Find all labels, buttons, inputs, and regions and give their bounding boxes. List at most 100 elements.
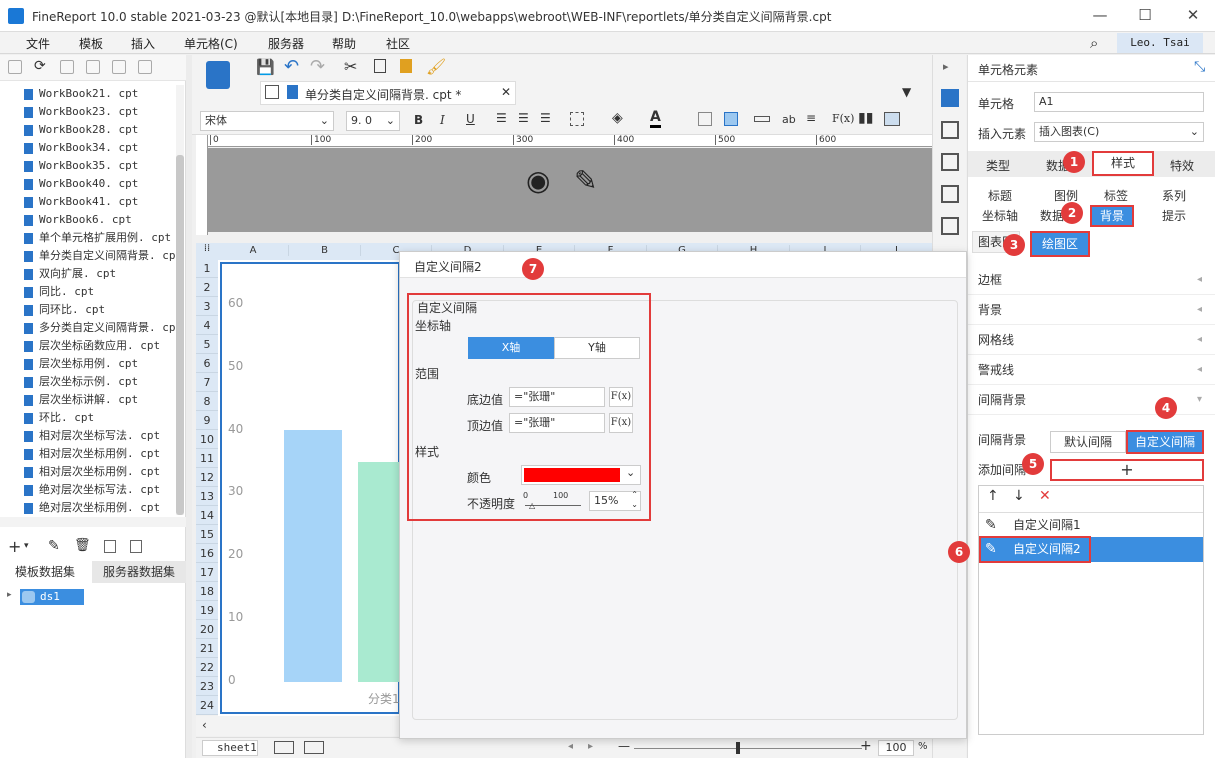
default-interval-button[interactable]: 默认间隔	[1050, 431, 1126, 453]
zoom-input[interactable]: 100	[878, 740, 914, 756]
add-sheet-icon[interactable]	[274, 741, 294, 754]
file-item[interactable]: 层次坐标示例. cpt	[0, 373, 176, 391]
close-icon[interactable]: ✕	[1178, 4, 1208, 26]
add-interval-button[interactable]: +	[1050, 459, 1204, 481]
align-right-icon[interactable]: ☰	[540, 111, 551, 125]
subtab-item[interactable]: 标题	[988, 187, 1012, 204]
pin-icon[interactable]: ⤡	[1194, 59, 1205, 75]
maximize-icon[interactable]: ☐	[1130, 4, 1160, 26]
custom-interval-button[interactable]: 自定义间隔	[1126, 430, 1204, 454]
cell-attr-icon[interactable]	[941, 121, 959, 139]
delete-icon[interactable]	[112, 60, 126, 74]
next-icon[interactable]: ▸	[588, 741, 593, 752]
row-header-cell[interactable]: 23	[196, 677, 218, 696]
subtab-item[interactable]: 系列	[1162, 187, 1186, 204]
arrow-up-icon[interactable]: ↑	[987, 488, 999, 504]
formula-icon[interactable]: F(x)	[832, 112, 854, 125]
formula-button[interactable]: F(x)	[609, 387, 633, 407]
trash-icon[interactable]: 🗑	[74, 538, 91, 553]
zoom-out-icon[interactable]: —	[618, 739, 630, 753]
sheet-tab[interactable]: sheet1	[202, 740, 258, 756]
tab-type[interactable]: 类型	[986, 157, 1010, 174]
color-picker[interactable]: ⌄	[521, 465, 641, 485]
minimize-icon[interactable]: —	[1085, 4, 1115, 26]
float-element-icon[interactable]	[941, 153, 959, 171]
row-header-cell[interactable]: 20	[196, 620, 218, 639]
cell-input[interactable]: A1	[1034, 92, 1204, 112]
open-icon[interactable]	[60, 60, 74, 74]
row-header-cell[interactable]: 3	[196, 297, 218, 316]
insert-select[interactable]: 插入图表(C) ⌄	[1034, 122, 1204, 142]
tab-server-dataset[interactable]: 服务器数据集	[92, 561, 186, 583]
file-item[interactable]: 层次坐标用例. cpt	[0, 355, 176, 373]
subtab-plot-area[interactable]: 绘图区	[1030, 231, 1090, 257]
file-item[interactable]: 绝对层次坐标用例. cpt	[0, 499, 176, 515]
row-header-cell[interactable]: 6	[196, 354, 218, 373]
corner-cell[interactable]: ⁞⁞	[196, 243, 218, 259]
h-scrollbar[interactable]	[0, 517, 186, 527]
row-header-cell[interactable]: 5	[196, 335, 218, 354]
file-item[interactable]: WorkBook35. cpt	[0, 157, 176, 175]
cell-element-icon[interactable]	[941, 89, 959, 107]
undo-icon[interactable]: ↶	[284, 56, 299, 77]
section-header[interactable]: 网格线 ◂	[968, 325, 1215, 355]
textbox-icon[interactable]	[754, 116, 770, 122]
bold-icon[interactable]: B	[414, 113, 423, 127]
menu-template[interactable]: 模板	[79, 35, 103, 52]
font-size-select[interactable]: 9. 0 ⌄	[346, 111, 400, 131]
menu-insert[interactable]: 插入	[131, 35, 155, 52]
template-icon[interactable]	[206, 61, 230, 89]
user-badge[interactable]: Leo. Tsai	[1117, 33, 1203, 53]
menu-help[interactable]: 帮助	[332, 35, 356, 52]
add-icon[interactable]: +	[8, 537, 21, 556]
cut-icon[interactable]: ✂	[344, 57, 357, 76]
chart-icon[interactable]: ▮▮	[858, 110, 873, 126]
copy-icon[interactable]	[138, 60, 152, 74]
file-item[interactable]: WorkBook28. cpt	[0, 121, 176, 139]
dataset-settings-icon[interactable]	[130, 540, 142, 553]
file-item[interactable]: WorkBook6. cpt	[0, 211, 176, 229]
file-item[interactable]: 层次坐标讲解. cpt	[0, 391, 176, 409]
file-item[interactable]: 相对层次坐标用例. cpt	[0, 445, 176, 463]
file-item[interactable]: 单分类自定义间隔背景. cpt	[0, 247, 176, 265]
subtab-item[interactable]: 背景	[1090, 205, 1134, 227]
add-form-sheet-icon[interactable]	[304, 741, 324, 754]
top-value-input[interactable]: ="张珊"	[509, 413, 605, 433]
file-item[interactable]: 相对层次坐标用例. cpt	[0, 463, 176, 481]
table-icon[interactable]	[724, 112, 738, 126]
border-icon[interactable]	[570, 112, 584, 126]
menu-file[interactable]: 文件	[26, 35, 50, 52]
zoom-thumb[interactable]	[736, 742, 740, 754]
row-header-cell[interactable]: 10	[196, 430, 218, 449]
row-header-cell[interactable]: 8	[196, 392, 218, 411]
row-header-cell[interactable]: 19	[196, 601, 218, 620]
text-icon[interactable]: ab	[782, 113, 796, 126]
section-header[interactable]: 警戒线 ◂	[968, 355, 1215, 385]
row-header-cell[interactable]: 18	[196, 582, 218, 601]
template-tab[interactable]: 单分类自定义间隔背景. cpt * ✕	[260, 81, 516, 105]
file-item[interactable]: 同比. cpt	[0, 283, 176, 301]
row-header-cell[interactable]: 11	[196, 449, 218, 468]
refresh-icon[interactable]: ⟳	[34, 58, 48, 74]
row-header-cell[interactable]: 21	[196, 639, 218, 658]
row-header-cell[interactable]: 7	[196, 373, 218, 392]
chevron-left-icon[interactable]: ‹	[202, 718, 207, 732]
subtab-item[interactable]: 标签	[1104, 187, 1128, 204]
row-header-cell[interactable]: 13	[196, 487, 218, 506]
column-header-cell[interactable]: B	[290, 245, 361, 256]
row-header-cell[interactable]: 4	[196, 316, 218, 335]
file-item[interactable]: 相对层次坐标写法. cpt	[0, 427, 176, 445]
new-folder-icon[interactable]	[8, 60, 22, 74]
row-header-cell[interactable]: 2	[196, 278, 218, 297]
align-center-icon[interactable]: ☰	[518, 111, 529, 125]
menu-server[interactable]: 服务器	[268, 35, 304, 52]
collapse-icon[interactable]: ▸	[943, 60, 949, 73]
row-header-cell[interactable]: 12	[196, 468, 218, 487]
file-item[interactable]: WorkBook41. cpt	[0, 193, 176, 211]
section-header[interactable]: 边框 ◂	[968, 265, 1215, 295]
slider-thumb[interactable]: △	[529, 501, 535, 510]
fill-color-icon[interactable]: ◈	[612, 110, 623, 126]
formula-button[interactable]: F(x)	[609, 413, 633, 433]
align-left-icon[interactable]: ☰	[496, 111, 507, 125]
file-item[interactable]: WorkBook34. cpt	[0, 139, 176, 157]
